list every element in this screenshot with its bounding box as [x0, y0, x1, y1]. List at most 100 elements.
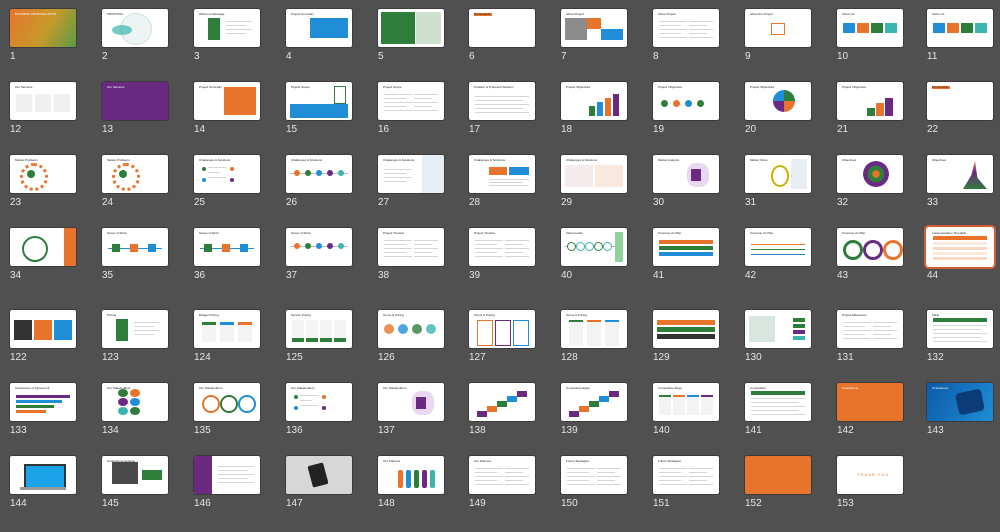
slide-thumbnail-5[interactable]: 5 [378, 9, 444, 62]
slide-thumbnail-29[interactable]: Challenges & Solutions 29 [561, 155, 627, 208]
slide-thumbnail-15[interactable]: Project Scope 15 [286, 82, 352, 135]
slide-number: 10 [837, 51, 849, 62]
slide-thumbnail-13[interactable]: Our Services 13 [102, 82, 168, 135]
slide-preview: Our Stakeholders [102, 383, 168, 421]
slide-thumbnail-14[interactable]: Project Summary 14 [194, 82, 260, 135]
slide-thumbnail-7[interactable]: About Project 7 [561, 9, 627, 62]
slide-thumbnail-135[interactable]: Our Stakeholders 135 [194, 383, 260, 436]
slide-title: Market Sizes [750, 158, 768, 162]
slide-thumbnail-126[interactable]: Terms & Pricing 126 [378, 310, 444, 363]
slide-thumbnail-152[interactable]: 152 [745, 456, 811, 509]
slide-preview: About Project [561, 9, 627, 47]
slide-thumbnail-35[interactable]: Scope of Work 35 [102, 228, 168, 281]
slide-thumbnail-43[interactable]: Outcome Vs Plan 43 [837, 228, 903, 281]
slide-preview: Competitive Edge [653, 383, 719, 421]
slide-thumbnail-33[interactable]: Objectives 33 [927, 155, 993, 208]
slide-thumbnail-129[interactable]: 129 [653, 310, 719, 363]
slide-thumbnail-149[interactable]: Our Partners 149 [469, 456, 535, 509]
slide-thumbnail-22[interactable]: Pro Projects 22 [927, 82, 993, 135]
slide-number: 36 [194, 270, 206, 281]
slide-thumbnail-140[interactable]: Competitive Edge 140 [653, 383, 719, 436]
slide-preview: Project Timeline [469, 228, 535, 266]
slide-thumbnail-31[interactable]: Market Sizes 31 [745, 155, 811, 208]
slide-thumbnail-8[interactable]: About Project 8 [653, 9, 719, 62]
slide-title: Budget Pricing [199, 313, 219, 317]
slide-thumbnail-39[interactable]: Project Timeline 39 [469, 228, 535, 281]
slide-thumbnail-127[interactable]: Terms & Pricing 127 [469, 310, 535, 363]
slide-thumbnail-139[interactable]: Competitive Edge 139 [561, 383, 627, 436]
slide-thumbnail-4[interactable]: Project Summary 4 [286, 9, 352, 62]
slide-thumbnail-124[interactable]: Budget Pricing 124 [194, 310, 260, 363]
slide-thumbnail-42[interactable]: Outcome Vs Plan 42 [745, 228, 811, 281]
slide-title: Outcome Vs Plan [842, 231, 866, 235]
slide-thumbnail-30[interactable]: Market Analysis 30 [653, 155, 719, 208]
slide-thumbnail-1[interactable]: BUSINESS PROPOSAL PPTX 1 [10, 9, 76, 62]
slide-thumbnail-150[interactable]: Future Strategies 150 [561, 456, 627, 509]
slide-thumbnail-28[interactable]: Challenges & Solutions 28 [469, 155, 535, 208]
slide-thumbnail-37[interactable]: Scope of Work 37 [286, 228, 352, 281]
slide-thumbnail-122[interactable]: 122 [10, 310, 76, 363]
slide-preview: Terms & Pricing [469, 310, 535, 348]
slide-thumbnail-23[interactable]: Market Problems 23 [10, 155, 76, 208]
slide-preview: Pricing [102, 310, 168, 348]
slide-thumbnail-36[interactable]: Scope of Work 36 [194, 228, 260, 281]
slide-thumbnail-16[interactable]: Project Scope 16 [378, 82, 444, 135]
slide-thumbnail-132[interactable]: Table 132 [927, 310, 993, 363]
slide-thumbnail-143[interactable]: Smartphone 143 [927, 383, 993, 436]
slide-thumbnail-144[interactable]: 144 [10, 456, 76, 509]
slide-title: Service Pricing [291, 313, 312, 317]
slide-preview: Project Milestones [837, 310, 903, 348]
slide-thumbnail-153[interactable]: THANK YOU 153 [837, 456, 903, 509]
slide-thumbnail-24[interactable]: Market Problems 24 [102, 155, 168, 208]
slide-thumbnail-44[interactable]: Implementation Timetable 44 [927, 228, 993, 281]
slide-thumbnail-141[interactable]: Competition 141 [745, 383, 811, 436]
slide-thumbnail-137[interactable]: Our Stakeholders 137 [378, 383, 444, 436]
slide-thumbnail-21[interactable]: Project Objectives 21 [837, 82, 903, 135]
slide-thumbnail-142[interactable]: Smartphone 142 [837, 383, 903, 436]
slide-thumbnail-131[interactable]: Project Milestones 131 [837, 310, 903, 363]
slide-thumbnail-41[interactable]: Outcome Vs Plan 41 [653, 228, 719, 281]
slide-thumbnail-138[interactable]: 138 [469, 383, 535, 436]
slide-thumbnail-145[interactable]: Smartphone Desktop 145 [102, 456, 168, 509]
slide-thumbnail-20[interactable]: Project Objectives 20 [745, 82, 811, 135]
slide-number: 35 [102, 270, 114, 281]
slide-preview: Challenges & Solutions [286, 155, 352, 193]
slide-preview: Future Strategies [653, 456, 719, 494]
slide-thumbnail-130[interactable]: 130 [745, 310, 811, 363]
slide-preview: Service Pricing [286, 310, 352, 348]
slide-thumbnail-19[interactable]: Project Objectives 19 [653, 82, 719, 135]
slide-preview: Our Stakeholders [378, 383, 444, 421]
slide-thumbnail-32[interactable]: Objectives 32 [837, 155, 903, 208]
slide-thumbnail-17[interactable]: Problem & Proposed Solution 17 [469, 82, 535, 135]
slide-thumbnail-123[interactable]: Pricing 123 [102, 310, 168, 363]
slide-thumbnail-133[interactable]: Acceptance of Agreement 133 [10, 383, 76, 436]
slide-thumbnail-25[interactable]: Challenges & Solutions 25 [194, 155, 260, 208]
slide-thumbnail-148[interactable]: Our Partners 148 [378, 456, 444, 509]
slide-number: 44 [927, 270, 939, 281]
slide-thumbnail-146[interactable]: 146 [194, 456, 260, 509]
slide-thumbnail-34[interactable]: 34 [10, 228, 76, 281]
slide-preview: Terms & Pricing [378, 310, 444, 348]
slide-thumbnail-26[interactable]: Challenges & Solutions 26 [286, 155, 352, 208]
slide-number: 134 [102, 425, 119, 436]
slide-thumbnail-128[interactable]: Terms & Pricing 128 [561, 310, 627, 363]
slide-thumbnail-136[interactable]: Our Stakeholders 136 [286, 383, 352, 436]
slide-title: Our Partners [474, 459, 492, 463]
slide-thumbnail-12[interactable]: Our Services 12 [10, 82, 76, 135]
slide-thumbnail-3[interactable]: Welcome Message 3 [194, 9, 260, 62]
slide-thumbnail-9[interactable]: About the Project 9 [745, 9, 811, 62]
slide-preview: Project Summary [286, 9, 352, 47]
slide-thumbnail-38[interactable]: Project Timeline 38 [378, 228, 444, 281]
slide-thumbnail-2[interactable]: PROPOSAL 2 [102, 9, 168, 62]
slide-number: 142 [837, 425, 854, 436]
slide-thumbnail-11[interactable]: About Us 11 [927, 9, 993, 62]
slide-thumbnail-18[interactable]: Project Objectives 18 [561, 82, 627, 135]
slide-thumbnail-147[interactable]: 147 [286, 456, 352, 509]
slide-thumbnail-40[interactable]: Client Goals 40 [561, 228, 627, 281]
slide-thumbnail-134[interactable]: Our Stakeholders 134 [102, 383, 168, 436]
slide-thumbnail-27[interactable]: Challenges & Solutions 27 [378, 155, 444, 208]
slide-thumbnail-10[interactable]: About Us 10 [837, 9, 903, 62]
slide-thumbnail-151[interactable]: Future Strategies 151 [653, 456, 719, 509]
slide-thumbnail-125[interactable]: Service Pricing 125 [286, 310, 352, 363]
slide-thumbnail-6[interactable]: Pro Projects 6 [469, 9, 535, 62]
